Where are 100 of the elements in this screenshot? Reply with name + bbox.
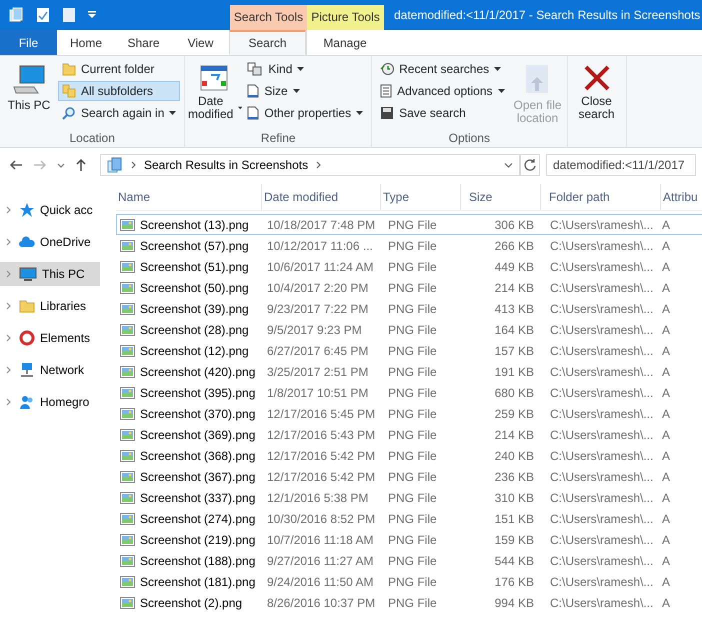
ribbon-button[interactable]: Kind	[243, 59, 368, 79]
file-row[interactable]: Screenshot (274).png 10/30/2016 8:52 PM PNG File 151 KB C:\Users\ramesh\... A	[116, 508, 702, 529]
table-cell: 157 KB	[494, 344, 534, 358]
table-cell: A	[662, 448, 670, 462]
up-button[interactable]	[74, 157, 88, 173]
date-modified-button[interactable]: Date modified	[189, 59, 240, 131]
properties-icon[interactable]	[36, 7, 50, 23]
table-cell: Screenshot (370).png	[140, 406, 256, 420]
ribbon-tab[interactable]: Search	[229, 30, 306, 55]
nav-item[interactable]: Quick acc	[0, 198, 100, 222]
context-tab-header: Search Tools	[230, 5, 307, 30]
nav-item[interactable]: OneDrive	[0, 230, 100, 254]
ribbon-tab[interactable]: Home	[57, 30, 115, 55]
table-cell: PNG File	[388, 574, 437, 588]
table-cell: Screenshot (274).png	[140, 512, 256, 526]
file-row[interactable]: Screenshot (13).png 10/18/2017 7:48 PM PNG File 306 KB C:\Users\ramesh\... A	[116, 214, 702, 235]
table-cell: Screenshot (369).png	[140, 428, 256, 442]
this-pc-button[interactable]: This PC	[4, 59, 54, 131]
table-cell: C:\Users\ramesh\...	[550, 280, 654, 294]
expand-icon[interactable]	[6, 302, 11, 310]
table-cell: A	[662, 490, 670, 504]
image-file-icon	[120, 428, 135, 440]
file-tab[interactable]: File	[0, 30, 57, 55]
nav-item[interactable]: This PC	[0, 262, 100, 286]
file-row[interactable]: Screenshot (395).png 1/8/2017 10:51 PM PNG File 680 KB C:\Users\ramesh\... A	[116, 382, 702, 403]
expand-icon[interactable]	[6, 334, 11, 342]
file-row[interactable]: Screenshot (12).png 6/27/2017 6:45 PM PNG File 157 KB C:\Users\ramesh\... A	[116, 340, 702, 361]
table-cell: 214 KB	[494, 280, 534, 294]
ribbon-button[interactable]: Other properties	[243, 103, 368, 123]
expand-icon[interactable]	[6, 398, 11, 406]
expand-icon[interactable]	[6, 366, 11, 374]
table-cell: C:\Users\ramesh\...	[550, 512, 654, 526]
table-cell: 259 KB	[494, 406, 534, 420]
file-row[interactable]: Screenshot (368).png 12/17/2016 5:42 PM PNG File 240 KB C:\Users\ramesh\... A	[116, 445, 702, 466]
column-header[interactable]: Folder path	[541, 184, 661, 210]
column-header[interactable]: Date modified	[262, 184, 381, 210]
table-cell: A	[662, 322, 670, 336]
column-header[interactable]: Name	[116, 184, 262, 210]
image-file-icon	[120, 366, 135, 378]
ribbon-tab[interactable]: View	[172, 30, 229, 55]
ribbon-button[interactable]: Current folder	[58, 59, 180, 79]
column-header[interactable]: Attribu	[661, 184, 701, 210]
file-row[interactable]: Screenshot (337).png 12/1/2016 5:38 PM PNG File 310 KB C:\Users\ramesh\... A	[116, 487, 702, 508]
file-row[interactable]: Screenshot (2).png 8/26/2016 10:37 PM PNG File 994 KB C:\Users\ramesh\... A	[116, 592, 702, 613]
ribbon-button[interactable]: Search again in	[58, 103, 180, 123]
table-cell: Screenshot (188).png	[140, 554, 256, 568]
dropdown-icon[interactable]	[88, 11, 96, 19]
table-cell: C:\Users\ramesh\...	[550, 490, 654, 504]
file-row[interactable]: Screenshot (50).png 10/4/2017 2:20 PM PNG File 214 KB C:\Users\ramesh\... A	[116, 277, 702, 298]
ribbon-button[interactable]: All subfolders	[58, 81, 180, 101]
table-cell: 449 KB	[494, 260, 534, 274]
table-cell: PNG File	[388, 280, 437, 294]
address-bar[interactable]: Search Results in Screenshots	[100, 154, 520, 176]
ribbon-button[interactable]: Save search	[376, 103, 509, 123]
ribbon-button[interactable]: Advanced options	[376, 81, 509, 101]
file-row[interactable]: Screenshot (181).png 9/24/2016 11:50 AM PNG File 176 KB C:\Users\ramesh\... A	[116, 571, 702, 592]
ribbon-button[interactable]: Size	[243, 81, 368, 101]
table-cell: A	[662, 344, 670, 358]
ribbon-button[interactable]: Recent searches	[376, 59, 509, 79]
nav-item[interactable]: Homegro	[0, 390, 100, 414]
table-cell: PNG File	[388, 364, 437, 378]
search-field[interactable]: datemodified:<11/1/2017	[546, 154, 696, 176]
table-cell: A	[662, 302, 670, 316]
table-cell: PNG File	[388, 596, 437, 610]
ribbon-tab[interactable]: Manage	[306, 30, 383, 55]
file-row[interactable]: Screenshot (28).png 9/5/2017 9:23 PM PNG File 164 KB C:\Users\ramesh\... A	[116, 319, 702, 340]
table-cell: 10/18/2017 7:48 PM	[267, 218, 376, 232]
file-row[interactable]: Screenshot (420).png 3/25/2017 2:51 PM PNG File 191 KB C:\Users\ramesh\... A	[116, 361, 702, 382]
table-cell: 10/4/2017 2:20 PM	[267, 280, 368, 294]
file-row[interactable]: Screenshot (219).png 10/7/2016 11:18 AM PNG File 159 KB C:\Users\ramesh\... A	[116, 529, 702, 550]
expand-icon[interactable]	[6, 270, 11, 278]
file-row[interactable]: Screenshot (367).png 12/17/2016 5:42 PM PNG File 236 KB C:\Users\ramesh\... A	[116, 466, 702, 487]
chevron-icon[interactable]	[316, 161, 322, 169]
expand-icon[interactable]	[6, 206, 11, 214]
column-header[interactable]: Size	[461, 184, 541, 210]
folders-icon	[62, 84, 76, 98]
ribbon-tab[interactable]: Share	[115, 30, 172, 55]
file-row[interactable]: Screenshot (51).png 10/6/2017 11:24 AM PNG File 449 KB C:\Users\ramesh\... A	[116, 256, 702, 277]
close-search-button[interactable]: Close search	[572, 59, 622, 147]
refresh-button[interactable]	[520, 154, 540, 176]
table-cell: 151 KB	[494, 512, 534, 526]
file-row[interactable]: Screenshot (39).png 9/23/2017 7:22 PM PNG File 413 KB C:\Users\ramesh\... A	[116, 298, 702, 319]
table-cell: PNG File	[388, 512, 437, 526]
dropdown-icon[interactable]	[504, 162, 513, 168]
file-row[interactable]: Screenshot (188).png 9/27/2016 11:27 AM PNG File 544 KB C:\Users\ramesh\... A	[116, 550, 702, 571]
new-folder-icon[interactable]	[62, 7, 76, 23]
nav-item[interactable]: Libraries	[0, 294, 100, 318]
column-header[interactable]: Type	[381, 184, 461, 210]
image-file-icon	[120, 470, 135, 482]
table-cell: Screenshot (181).png	[140, 574, 256, 588]
folder-icon[interactable]	[8, 7, 24, 23]
expand-icon[interactable]	[6, 238, 11, 246]
table-cell: 159 KB	[494, 532, 534, 546]
table-cell: C:\Users\ramesh\...	[550, 406, 654, 420]
chevron-icon[interactable]	[131, 161, 136, 169]
file-row[interactable]: Screenshot (369).png 12/17/2016 5:43 PM PNG File 214 KB C:\Users\ramesh\... A	[116, 424, 702, 445]
file-row[interactable]: Screenshot (57).png 10/12/2017 11:06 ... PNG File 266 KB C:\Users\ramesh\... A	[116, 235, 702, 256]
nav-item[interactable]: Network	[0, 358, 100, 382]
file-row[interactable]: Screenshot (370).png 12/17/2016 5:45 PM PNG File 259 KB C:\Users\ramesh\... A	[116, 403, 702, 424]
nav-item[interactable]: Elements	[0, 326, 100, 350]
